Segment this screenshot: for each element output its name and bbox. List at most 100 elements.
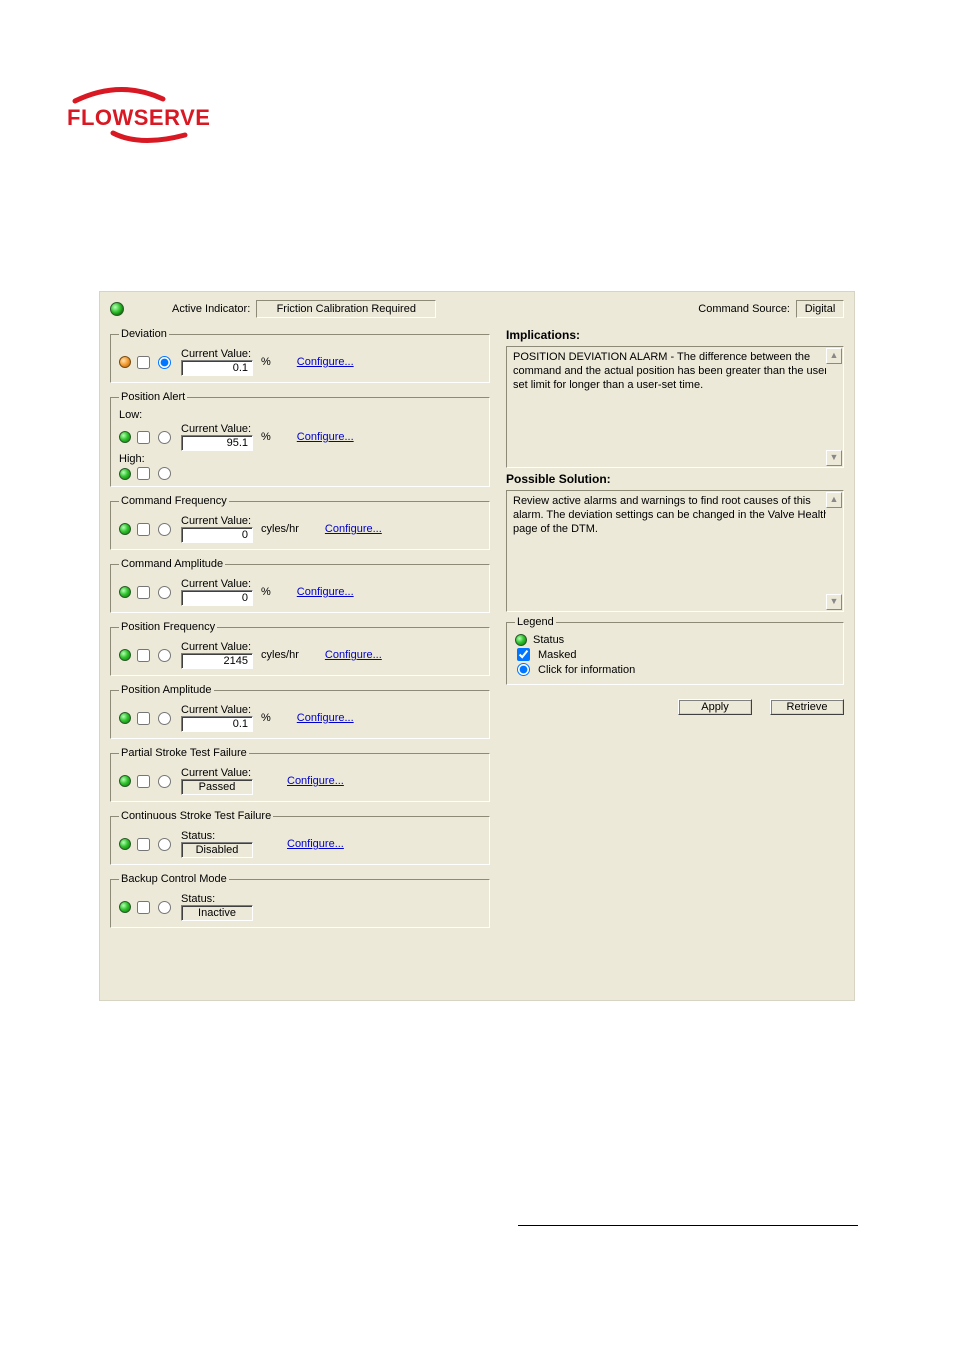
pa-high-mask-checkbox[interactable]: [137, 467, 150, 480]
posfreq-configure-link[interactable]: Configure...: [325, 649, 382, 661]
scroll-down-icon[interactable]: ▼: [826, 594, 842, 610]
command-amplitude-group: Command Amplitude Current Value: % Confi…: [110, 558, 490, 613]
apply-button[interactable]: Apply: [678, 699, 752, 715]
backup-mask-checkbox[interactable]: [137, 901, 150, 914]
pst-status-led: [119, 775, 131, 787]
deviation-configure-link[interactable]: Configure...: [297, 356, 354, 368]
deviation-unit: %: [261, 356, 271, 368]
cmdamp-configure-link[interactable]: Configure...: [297, 586, 354, 598]
cmdamp-status-led: [119, 586, 131, 598]
posfreq-unit: cyles/hr: [261, 649, 299, 661]
posfreq-cv-label: Current Value:: [181, 641, 253, 653]
cmdfreq-cv-label: Current Value:: [181, 515, 253, 527]
cmdfreq-configure-link[interactable]: Configure...: [325, 523, 382, 535]
cmdamp-title: Command Amplitude: [119, 558, 225, 570]
deviation-group: Deviation Current Value: % Configure...: [110, 328, 490, 383]
position-alert-group: Position Alert Low: Current Value: % Con…: [110, 391, 490, 487]
position-alert-title: Position Alert: [119, 391, 187, 403]
pa-high-info-radio[interactable]: [158, 467, 171, 480]
backup-info-radio[interactable]: [158, 901, 171, 914]
posamp-value-input[interactable]: [181, 716, 253, 732]
pa-value-input[interactable]: [181, 435, 253, 451]
cst-failure-group: Continuous Stroke Test Failure Status: C…: [110, 810, 490, 865]
cmdfreq-status-led: [119, 523, 131, 535]
pa-low-info-radio[interactable]: [158, 431, 171, 444]
legend-masked-checkbox[interactable]: [517, 648, 530, 661]
deviation-info-radio[interactable]: [158, 356, 171, 369]
pst-title: Partial Stroke Test Failure: [119, 747, 249, 759]
posamp-info-radio[interactable]: [158, 712, 171, 725]
pst-info-radio[interactable]: [158, 775, 171, 788]
pst-failure-group: Partial Stroke Test Failure Current Valu…: [110, 747, 490, 802]
active-indicator-value: Friction Calibration Required: [256, 300, 436, 318]
cmdfreq-value-input[interactable]: [181, 527, 253, 543]
pa-unit: %: [261, 431, 271, 443]
footer-divider: [518, 1225, 858, 1226]
backup-value-input: [181, 905, 253, 921]
pa-cv-label: Current Value:: [181, 423, 253, 435]
pst-mask-checkbox[interactable]: [137, 775, 150, 788]
pst-cv-label: Current Value:: [181, 767, 253, 779]
cmdfreq-title: Command Frequency: [119, 495, 229, 507]
legend-info-label: Click for information: [538, 664, 635, 676]
deviation-title: Deviation: [119, 328, 169, 340]
legend-group: Legend Status Masked Click for informati…: [506, 616, 844, 685]
posfreq-mask-checkbox[interactable]: [137, 649, 150, 662]
legend-title: Legend: [515, 616, 556, 628]
command-source-label: Command Source:: [698, 303, 790, 315]
legend-masked-label: Masked: [538, 649, 577, 661]
cmdfreq-info-radio[interactable]: [158, 523, 171, 536]
backup-status-led: [119, 901, 131, 913]
scroll-up-icon[interactable]: ▲: [826, 492, 842, 508]
cmdamp-value-input[interactable]: [181, 590, 253, 606]
pst-configure-link[interactable]: Configure...: [287, 775, 344, 787]
pa-low-status-led: [119, 431, 131, 443]
global-status-led: [110, 302, 124, 316]
backup-group: Backup Control Mode Status:: [110, 873, 490, 928]
main-panel: Active Indicator: Friction Calibration R…: [99, 291, 855, 1001]
scroll-up-icon[interactable]: ▲: [826, 348, 842, 364]
scroll-down-icon[interactable]: ▼: [826, 450, 842, 466]
cst-mask-checkbox[interactable]: [137, 838, 150, 851]
cmdamp-cv-label: Current Value:: [181, 578, 253, 590]
flowserve-logo: FLOWSERVE: [65, 85, 215, 147]
cst-info-radio[interactable]: [158, 838, 171, 851]
cmdfreq-mask-checkbox[interactable]: [137, 523, 150, 536]
legend-status-led: [515, 634, 527, 646]
pa-low-label: Low:: [119, 409, 481, 421]
solution-text-pane: Review active alarms and warnings to fin…: [506, 490, 844, 612]
solution-text: Review active alarms and warnings to fin…: [513, 495, 829, 535]
pa-low-mask-checkbox[interactable]: [137, 431, 150, 444]
posamp-configure-link[interactable]: Configure...: [297, 712, 354, 724]
cst-status-label: Status:: [181, 830, 253, 842]
cmdfreq-unit: cyles/hr: [261, 523, 299, 535]
posfreq-title: Position Frequency: [119, 621, 217, 633]
deviation-value-input[interactable]: [181, 360, 253, 376]
posfreq-status-led: [119, 649, 131, 661]
cmdamp-mask-checkbox[interactable]: [137, 586, 150, 599]
posamp-mask-checkbox[interactable]: [137, 712, 150, 725]
deviation-mask-checkbox[interactable]: [137, 356, 150, 369]
solution-scrollbar[interactable]: ▲ ▼: [826, 492, 842, 610]
legend-status-label: Status: [533, 634, 564, 646]
posfreq-info-radio[interactable]: [158, 649, 171, 662]
command-frequency-group: Command Frequency Current Value: cyles/h…: [110, 495, 490, 550]
posamp-status-led: [119, 712, 131, 724]
implications-text-pane: POSITION DEVIATION ALARM - The differenc…: [506, 346, 844, 468]
posamp-unit: %: [261, 712, 271, 724]
cst-configure-link[interactable]: Configure...: [287, 838, 344, 850]
implications-scrollbar[interactable]: ▲ ▼: [826, 348, 842, 466]
backup-title: Backup Control Mode: [119, 873, 229, 885]
deviation-status-led: [119, 356, 131, 368]
retrieve-button[interactable]: Retrieve: [770, 699, 844, 715]
deviation-cv-label: Current Value:: [181, 348, 253, 360]
cst-title: Continuous Stroke Test Failure: [119, 810, 273, 822]
posfreq-value-input[interactable]: [181, 653, 253, 669]
pa-high-label: High:: [119, 453, 481, 465]
svg-text:FLOWSERVE: FLOWSERVE: [67, 105, 210, 130]
cmdamp-info-radio[interactable]: [158, 586, 171, 599]
pst-value-input: [181, 779, 253, 795]
cst-status-led: [119, 838, 131, 850]
pa-configure-link[interactable]: Configure...: [297, 431, 354, 443]
legend-info-radio[interactable]: [517, 663, 530, 676]
